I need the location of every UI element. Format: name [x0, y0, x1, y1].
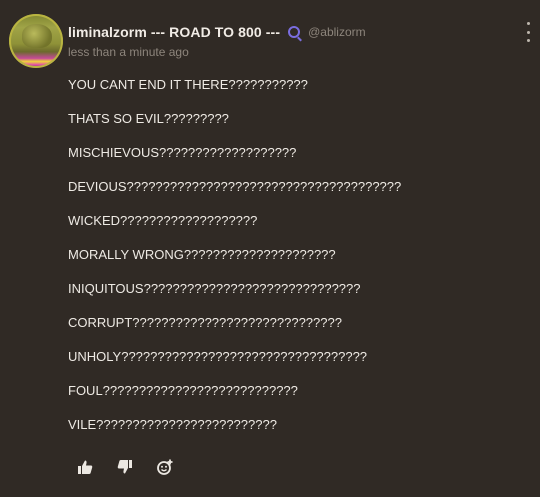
comment-card: liminalzorm --- ROAD TO 800 --- @ablizor… — [0, 0, 540, 497]
comment-line: YOU CANT END IT THERE??????????? — [68, 77, 308, 92]
thumbs-down-icon — [117, 460, 132, 474]
comment-line: DEVIOUS?????????????????????????????????… — [68, 179, 402, 194]
add-reaction-button[interactable] — [156, 458, 174, 476]
comment-line: VILE????????????????????????? — [68, 417, 277, 432]
timestamp: less than a minute ago — [68, 45, 189, 59]
comment-line: FOUL??????????????????????????? — [68, 383, 298, 398]
badge-icon — [288, 26, 301, 38]
avatar[interactable] — [9, 14, 63, 68]
comment-line: INIQUITOUS?????????????????????????????? — [68, 281, 361, 296]
comment-body: YOU CANT END IT THERE??????????? THATS S… — [68, 77, 401, 451]
comment-line: THATS SO EVIL????????? — [68, 111, 229, 126]
like-button[interactable] — [76, 458, 94, 476]
user-handle[interactable]: @ablizorm — [308, 25, 366, 39]
avatar-image — [22, 24, 52, 48]
comment-header: liminalzorm --- ROAD TO 800 --- @ablizor… — [68, 22, 366, 42]
comment-line: UNHOLY?????????????????????????????????? — [68, 349, 368, 364]
comment-line: CORRUPT????????????????????????????? — [68, 315, 342, 330]
username[interactable]: liminalzorm --- ROAD TO 800 --- — [68, 24, 280, 40]
comment-line: MISCHIEVOUS??????????????????? — [68, 145, 297, 160]
thumbs-up-icon — [78, 460, 93, 474]
dislike-button[interactable] — [116, 458, 134, 476]
comment-line: MORALLY WRONG????????????????????? — [68, 247, 336, 262]
add-reaction-icon — [157, 459, 173, 475]
comment-line: WICKED??????????????????? — [68, 213, 258, 228]
more-vertical-icon[interactable] — [523, 22, 533, 42]
comment-actions — [76, 458, 196, 476]
